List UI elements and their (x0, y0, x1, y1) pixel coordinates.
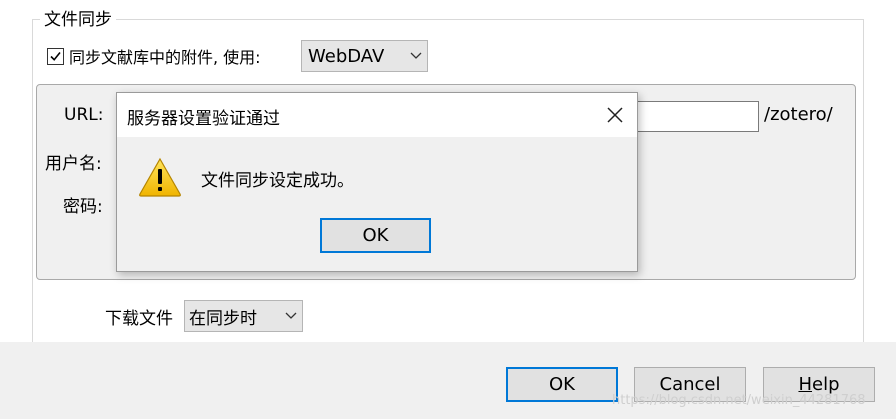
url-input[interactable] (630, 101, 759, 132)
download-files-value: 在同步时 (189, 308, 257, 329)
password-label: 密码: (63, 197, 103, 217)
download-files-select[interactable]: 在同步时 (184, 300, 303, 332)
checkmark-icon (50, 51, 61, 61)
url-label: URL: (64, 105, 104, 125)
help-button-label: Help (798, 374, 840, 395)
dialog-titlebar: 服务器设置验证通过 (117, 93, 637, 137)
dialog-ok-button[interactable]: OK (320, 218, 431, 253)
watermark: https://blog.csdn.net/weixin_44281768 (612, 393, 866, 408)
chevron-down-icon (405, 52, 427, 60)
close-icon[interactable] (605, 105, 625, 125)
dialog-title: 服务器设置验证通过 (127, 109, 280, 129)
sync-method-value: WebDAV (308, 45, 385, 67)
sync-method-select[interactable]: WebDAV (301, 40, 428, 72)
username-label: 用户名: (45, 154, 102, 174)
sync-attachments-row: 同步文献库中的附件, 使用: (47, 42, 261, 70)
dialog-message: 文件同步设定成功。 (201, 171, 354, 191)
download-files-label: 下载文件 (105, 309, 173, 329)
sync-attachments-label: 同步文献库中的附件, 使用: (69, 48, 261, 67)
warning-icon (138, 157, 182, 197)
sync-attachments-checkbox[interactable] (47, 47, 64, 65)
chevron-down-icon (280, 312, 302, 320)
url-suffix: /zotero/ (764, 104, 833, 125)
confirmation-dialog: 服务器设置验证通过 文件同步设定成功。 OK (116, 92, 638, 272)
ok-button[interactable]: OK (506, 367, 618, 402)
group-title: 文件同步 (40, 8, 116, 32)
